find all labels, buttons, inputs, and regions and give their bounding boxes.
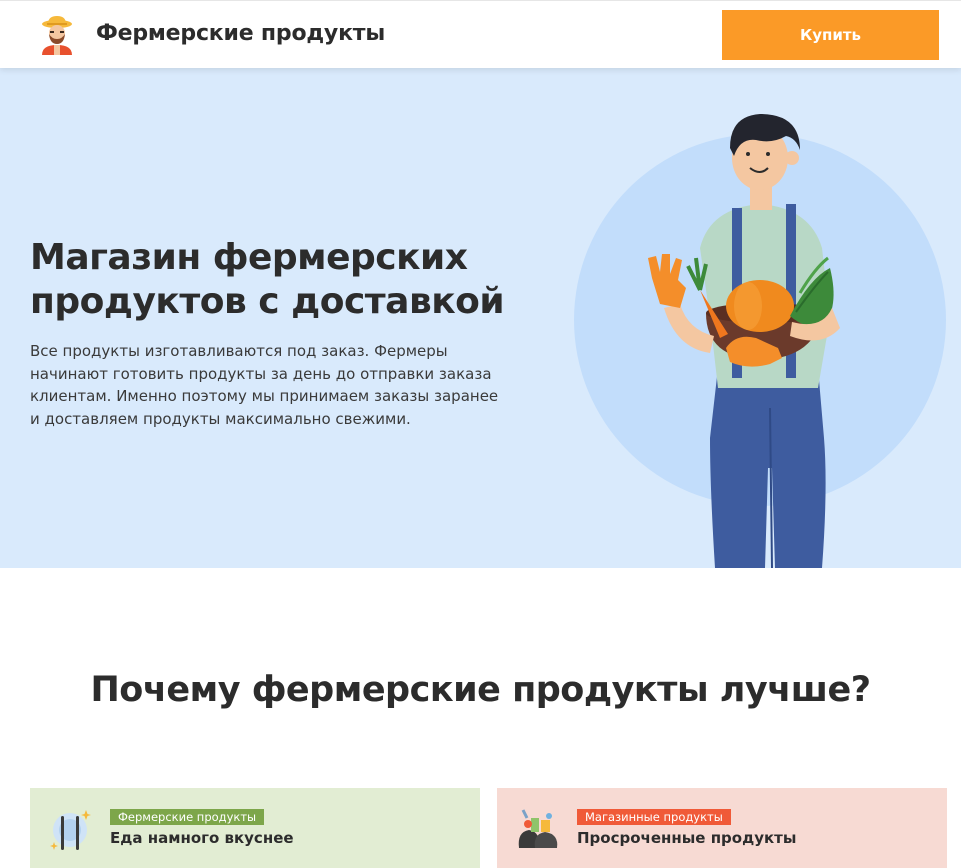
garbage-bags-icon bbox=[518, 809, 558, 848]
buy-button[interactable]: Купить bbox=[722, 10, 939, 60]
store-card-title: Просроченные продукты bbox=[577, 829, 797, 847]
plate-cutlery-icon bbox=[50, 810, 91, 850]
farmer-avatar-icon bbox=[42, 16, 72, 55]
farm-badge: Фермерские продукты bbox=[110, 809, 265, 825]
site-header: Фермерские продукты Купить bbox=[0, 0, 961, 68]
store-badge: Магазинные продукты bbox=[577, 809, 731, 825]
farm-products-card: Фермерские продукты Еда намного вкуснее bbox=[30, 788, 480, 868]
farm-card-title: Еда намного вкуснее bbox=[110, 829, 294, 847]
why-section-title: Почему фермерские продукты лучше? bbox=[90, 670, 871, 710]
hero-description: Все продукты изготавливаются под заказ. … bbox=[30, 342, 499, 428]
site-title: Фермерские продукты bbox=[96, 21, 386, 46]
farmer-with-vegetable-basket-illustration bbox=[574, 114, 946, 568]
store-products-card: Магазинные продукты Просроченные продукт… bbox=[497, 788, 947, 868]
hero-title: Магазин фермерских продуктов с доставкой bbox=[30, 237, 505, 322]
hero-section: Магазин фермерских продуктов с доставкой… bbox=[0, 68, 961, 568]
